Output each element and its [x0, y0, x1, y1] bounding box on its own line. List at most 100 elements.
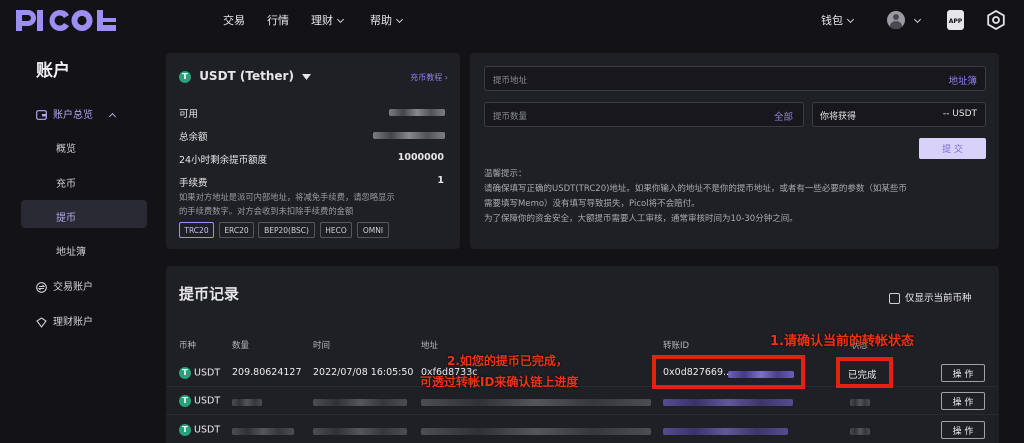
- receive-amount-field: 你将获得 -- USDT: [812, 102, 986, 127]
- chevron-down-icon: [846, 15, 855, 24]
- exchange-icon: [36, 281, 47, 293]
- chevron-down-icon[interactable]: [913, 15, 922, 24]
- network-chip-omni[interactable]: OMNI: [357, 222, 389, 238]
- sidebar-title: 账户: [36, 61, 70, 81]
- coin-selector[interactable]: USDT (Tether): [179, 69, 312, 83]
- sidebar-group-overview[interactable]: 账户总览: [36, 106, 117, 121]
- amount-redacted: [232, 399, 262, 406]
- withdraw-records-panel: 提币记录 仅显示当前币种: [166, 266, 999, 443]
- nav-wallet-label: 钱包: [821, 14, 843, 27]
- annotation-step-2-line-2: 可透过转帐ID来确认链上进度: [420, 375, 579, 389]
- address-redacted: [421, 428, 651, 435]
- only-current-coin-filter[interactable]: 仅显示当前币种: [889, 290, 972, 304]
- row-coin-label: USDT: [194, 367, 221, 379]
- annotation-step-1: 1.请确认当前的转帐状态: [770, 334, 914, 349]
- row-coin-label: USDT: [194, 395, 221, 407]
- finance-icon: [36, 316, 47, 328]
- sidebar-item-address-book[interactable]: 地址簿: [56, 243, 86, 258]
- fee-label: 手续费: [179, 178, 208, 189]
- gear-icon[interactable]: [986, 10, 1006, 30]
- total-balance-label: 总余额: [179, 132, 208, 143]
- nav-finance[interactable]: 理财: [311, 12, 345, 28]
- available-value-redacted: [389, 109, 445, 116]
- network-chip-erc20[interactable]: ERC20: [219, 222, 254, 238]
- network-chip-heco[interactable]: HECO: [320, 222, 352, 238]
- tips-line-3: 为了保障你的资金安全，大额提币需要人工审核，通常审核时间为10-30分钟之间。: [484, 214, 798, 224]
- deposit-guide-link[interactable]: 充币教程 ›: [410, 72, 448, 83]
- sidebar-item-deposit[interactable]: 充币: [56, 175, 76, 190]
- wallet-icon: [36, 110, 47, 120]
- coin-name: USDT (Tether): [199, 69, 294, 83]
- txid-redacted[interactable]: [663, 399, 793, 406]
- network-chip-bep20[interactable]: BEP20(BSC): [258, 222, 315, 238]
- time-redacted: [313, 399, 407, 406]
- usdt-coin-icon: [179, 424, 191, 436]
- total-value-redacted: [373, 132, 445, 139]
- nav-help-label: 帮助: [370, 14, 392, 27]
- avatar-icon[interactable]: [887, 11, 905, 29]
- table-row-1-coin: USDT: [179, 367, 220, 379]
- nav-market[interactable]: 行情: [267, 12, 289, 28]
- top-navbar: 交易 行情 理财 帮助 钱包 APP: [0, 0, 1024, 40]
- sidebar-active-highlight: [21, 200, 147, 228]
- network-chip-trc20[interactable]: TRC20: [179, 222, 214, 238]
- table-row-1-amount: 209.80624127: [232, 367, 302, 378]
- tips-line-2: 需要填写Memo）没有填写导致损失，Picol将不会赔付。: [484, 199, 700, 209]
- status-redacted: [850, 428, 870, 435]
- col-txid: 转账ID: [663, 341, 690, 351]
- all-amount-button[interactable]: 全部: [774, 109, 793, 123]
- sidebar-item-withdraw[interactable]: 提币: [56, 209, 76, 224]
- row-divider: [166, 414, 998, 415]
- submit-button[interactable]: 提 交: [919, 138, 986, 159]
- brand-logo[interactable]: [14, 8, 118, 32]
- sidebar-item-overview[interactable]: 概览: [56, 140, 76, 155]
- time-redacted: [313, 428, 407, 435]
- caret-down-icon: [302, 73, 312, 80]
- coin-info-panel: USDT (Tether) 充币教程 › 可用 总余额 24小时剩余提币额度 1…: [166, 53, 460, 249]
- tips-line-1: 请确保填写正确的USDT(TRC20)地址。如果你输入的地址不是你的提币地址，或…: [484, 184, 907, 194]
- deposit-guide-label: 充币教程: [410, 73, 443, 82]
- chevron-down-icon: [395, 15, 404, 24]
- col-address: 地址: [421, 341, 439, 351]
- tips-title: 温馨提示：: [484, 169, 527, 179]
- nav-trade[interactable]: 交易: [223, 12, 245, 28]
- row-1-action-button[interactable]: 操 作: [941, 364, 985, 382]
- checkbox-icon[interactable]: [889, 293, 900, 304]
- annotation-step-2-line-1: 2.如您的提币已完成，: [447, 354, 568, 368]
- app-download-icon[interactable]: APP: [946, 9, 965, 31]
- receive-value: -- USDT: [942, 109, 977, 119]
- table-row-1-time: 2022/07/08 16:05:50: [313, 367, 414, 378]
- sidebar-trade-account-label: 交易账户: [53, 282, 93, 293]
- amount-placeholder: 提币数量: [493, 112, 528, 122]
- daily-limit-label: 24小时剩余提币额度: [179, 155, 268, 166]
- daily-limit-value: 1000000: [397, 152, 444, 163]
- status-highlight-box: [836, 357, 893, 388]
- table-row-2-coin: USDT: [179, 395, 220, 407]
- address-input[interactable]: 提币地址 地址簿: [484, 66, 986, 91]
- fee-value: 1: [437, 175, 444, 186]
- col-coin: 币种: [179, 341, 197, 351]
- fee-note-line-2: 的手续费数字。对方会收到未扣除手续费的金额: [179, 206, 354, 216]
- col-time: 时间: [313, 341, 331, 351]
- row-3-action-button[interactable]: 操 作: [941, 421, 985, 439]
- amount-input[interactable]: 提币数量 全部: [484, 102, 804, 127]
- sidebar-trade-account[interactable]: 交易账户: [36, 278, 93, 293]
- txid-redacted[interactable]: [663, 428, 788, 435]
- sidebar-group-overview-label: 账户总览: [53, 110, 93, 121]
- filter-label: 仅显示当前币种: [905, 293, 972, 304]
- row-coin-label: USDT: [194, 424, 221, 436]
- nav-help[interactable]: 帮助: [370, 12, 404, 28]
- svg-text:APP: APP: [949, 18, 963, 25]
- row-2-action-button[interactable]: 操 作: [941, 392, 985, 410]
- sidebar-finance-account[interactable]: 理财账户: [36, 313, 93, 328]
- available-label: 可用: [179, 109, 199, 120]
- fee-note-line-1: 如果对方地址是派可内部地址，将减免手续费，请忽略显示: [179, 192, 395, 202]
- withdraw-form-panel: 提币地址 地址簿 提币数量 全部 你将获得 -- USDT 提 交 温馨提示： …: [470, 53, 999, 249]
- col-amount: 数量: [232, 341, 250, 351]
- address-redacted: [421, 399, 651, 406]
- receive-label: 你将获得: [820, 112, 857, 122]
- nav-wallet[interactable]: 钱包: [821, 12, 855, 28]
- usdt-coin-icon: [179, 395, 191, 407]
- sidebar-finance-account-label: 理财账户: [53, 317, 93, 328]
- address-book-link[interactable]: 地址簿: [948, 73, 977, 87]
